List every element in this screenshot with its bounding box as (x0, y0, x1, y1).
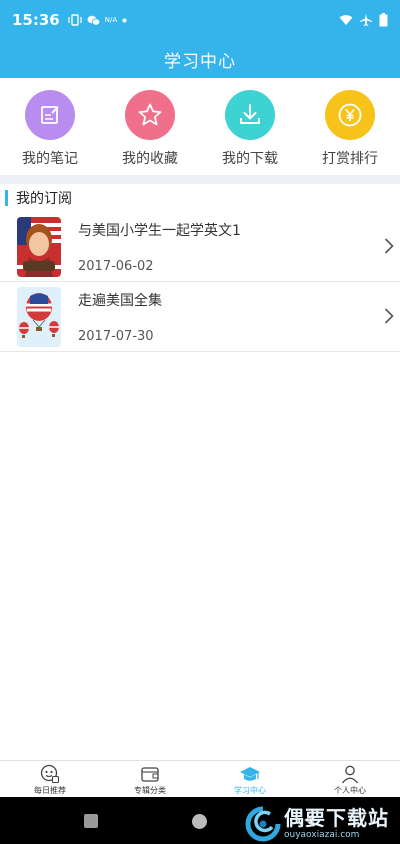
reward-ranking-button[interactable]: 打赏排行 (300, 78, 400, 175)
subscription-date: 2017-06-02 (78, 259, 154, 274)
watermark-logo-icon (245, 806, 281, 841)
yen-icon (338, 103, 362, 127)
notes-icon-circle (25, 90, 75, 140)
chevron-right-icon (384, 238, 394, 254)
tab-personal-center[interactable]: 个人中心 (300, 761, 400, 797)
subscription-title: 与美国小学生一起学英文1 (78, 223, 241, 239)
airplane-icon (360, 14, 372, 26)
watermark-main-text: 偶要下载站 (284, 805, 389, 830)
app-header: 学习中心 (0, 40, 400, 78)
download-icon (240, 104, 260, 124)
network-label: N/A (104, 16, 118, 24)
wifi-icon (339, 15, 353, 25)
section-accent-bar (5, 190, 8, 206)
watermark: 偶要下载站 ouyaoxiazai.com (242, 803, 400, 844)
tab-album-category-label: 专辑分类 (134, 786, 166, 795)
vibrate-icon (68, 14, 82, 26)
quick-actions-row: 我的笔记 我的收藏 我的下载 打赏排行 (0, 78, 400, 175)
person-icon (341, 765, 359, 784)
dot-icon (122, 18, 127, 22)
page-title: 学习中心 (164, 51, 236, 72)
my-notes-button[interactable]: 我的笔记 (0, 78, 100, 175)
my-downloads-label: 我的下载 (222, 151, 278, 167)
subscriptions-title: 我的订阅 (16, 191, 72, 207)
status-icons-left: N/A (68, 14, 127, 26)
reward-icon-circle (325, 90, 375, 140)
list-item[interactable]: 走遍美国全集 2017-07-30 (0, 282, 400, 352)
wallet-category-icon (141, 767, 159, 782)
note-edit-icon (41, 106, 59, 124)
subscriptions-list: 与美国小学生一起学英文1 2017-06-02 走遍美国全集 2017-07-3… (0, 212, 400, 352)
wechat-icon (87, 15, 100, 26)
my-downloads-button[interactable]: 我的下载 (200, 78, 300, 175)
battery-icon (379, 13, 388, 27)
list-item[interactable]: 与美国小学生一起学英文1 2017-06-02 (0, 212, 400, 282)
star-icon (138, 103, 162, 126)
reward-ranking-label: 打赏排行 (322, 151, 378, 167)
recent-apps-button[interactable] (84, 814, 98, 828)
status-icons-right (339, 13, 388, 27)
tab-daily-recommend-label: 每日推荐 (34, 786, 66, 795)
my-favorites-button[interactable]: 我的收藏 (100, 78, 200, 175)
chevron-right-icon (384, 308, 394, 324)
downloads-icon-circle (225, 90, 275, 140)
flag-balloons-thumb (17, 287, 61, 347)
status-time: 15:36 (12, 11, 60, 29)
watermark-sub-text: ouyaoxiazai.com (284, 829, 360, 840)
tab-album-category[interactable]: 专辑分类 (100, 761, 200, 797)
boy-with-flag-thumb (17, 217, 61, 277)
my-favorites-label: 我的收藏 (122, 151, 178, 167)
watermark-text: 偶要下载站 ouyaoxiazai.com (284, 807, 389, 841)
home-button[interactable] (192, 814, 207, 829)
tab-learning-center[interactable]: 学习中心 (200, 761, 300, 797)
graduation-cap-icon (240, 767, 260, 781)
daily-recommend-icon (40, 764, 60, 784)
my-notes-label: 我的笔记 (22, 151, 78, 167)
tab-learning-center-label: 学习中心 (234, 786, 266, 795)
bottom-tab-bar: 每日推荐 专辑分类 学习中心 个人中心 (0, 760, 400, 797)
favorites-icon-circle (125, 90, 175, 140)
subscriptions-header: 我的订阅 (0, 184, 400, 212)
subscription-title: 走遍美国全集 (78, 293, 162, 309)
status-bar: 15:36 N/A (0, 0, 400, 40)
subscription-date: 2017-07-30 (78, 329, 154, 344)
tab-daily-recommend[interactable]: 每日推荐 (0, 761, 100, 797)
section-divider (0, 175, 400, 184)
tab-personal-center-label: 个人中心 (334, 786, 366, 795)
